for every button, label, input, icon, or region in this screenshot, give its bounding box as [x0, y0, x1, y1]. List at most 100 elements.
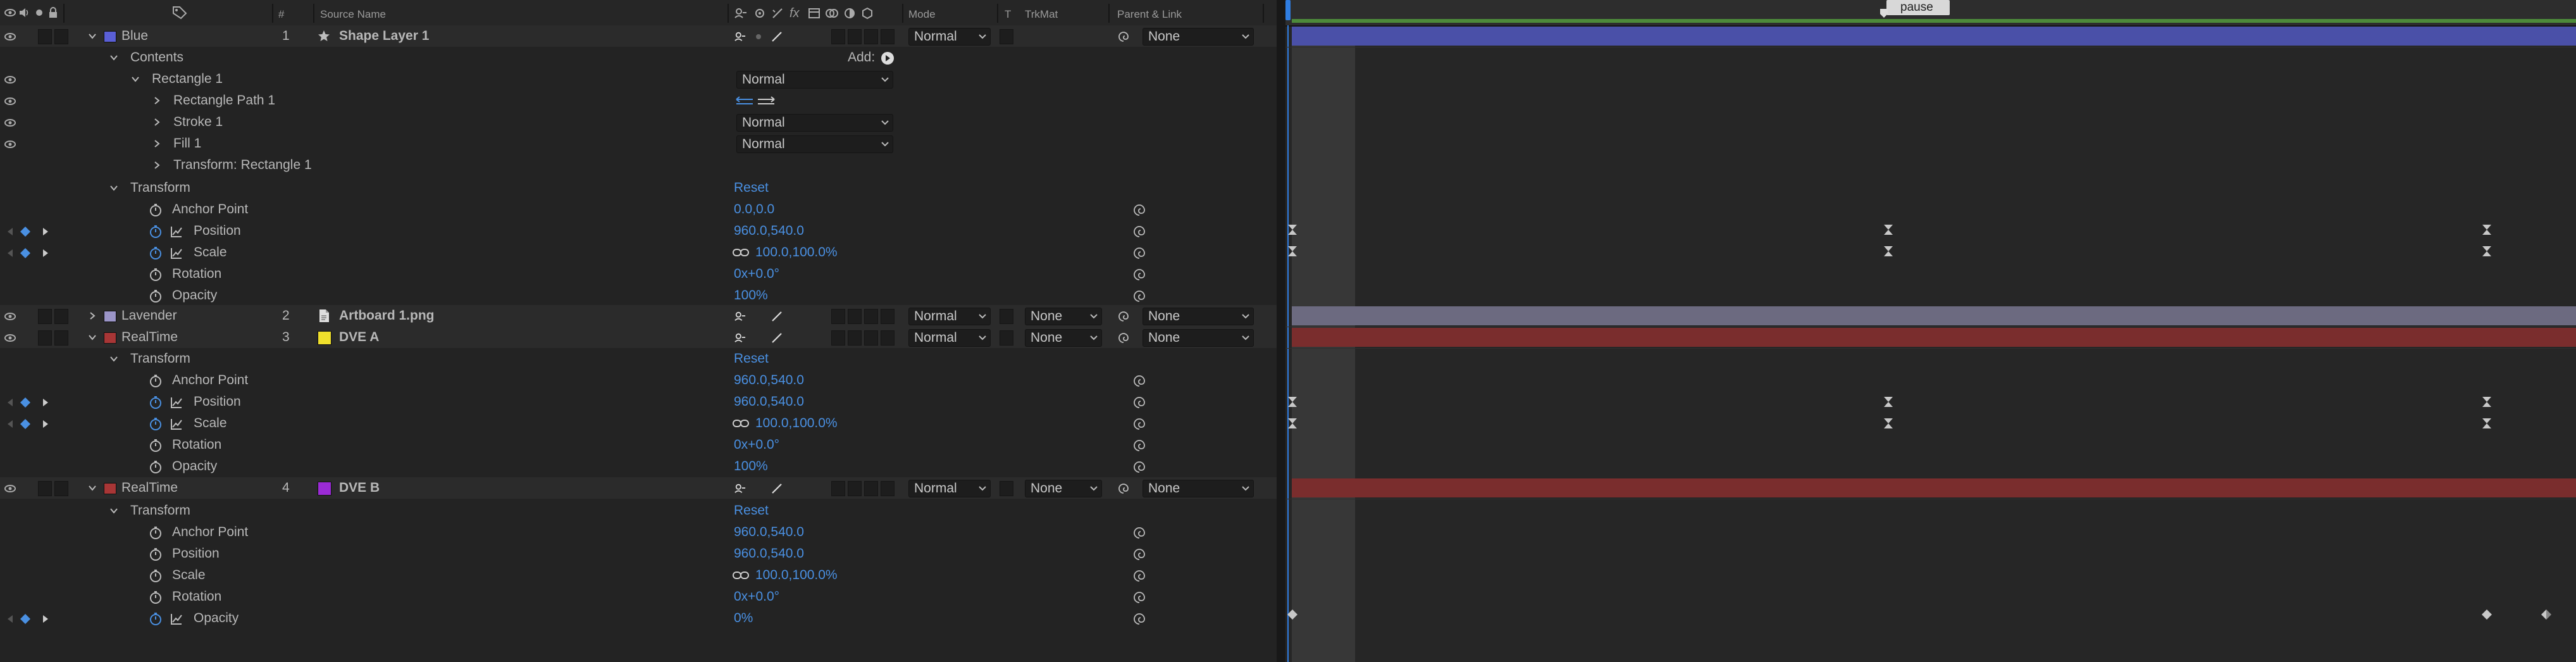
preserve-transparency-box[interactable] — [1000, 330, 1013, 346]
parent-dropdown[interactable]: None — [1142, 308, 1254, 325]
expression-pickwhip-icon[interactable] — [1132, 268, 1146, 282]
stopwatch-active-icon[interactable] — [148, 395, 163, 410]
visibility-eye-icon[interactable] — [4, 118, 16, 128]
graph-icon[interactable] — [170, 612, 183, 626]
layer-row[interactable]: RealTime 3 DVE A Normal None None — [0, 327, 1277, 348]
visibility-eye-icon[interactable] — [4, 96, 16, 106]
hold-keyframe-icon[interactable] — [1285, 416, 1299, 430]
opacity-value[interactable]: 100% — [734, 456, 768, 477]
preserve-transparency-box[interactable] — [1000, 481, 1013, 496]
constrain-link-icon[interactable] — [733, 419, 749, 428]
property-row[interactable]: Opacity 100% — [0, 456, 1277, 477]
mode-dropdown[interactable]: Normal — [908, 28, 991, 46]
hold-keyframe-icon[interactable] — [1285, 223, 1299, 237]
hold-keyframe-icon[interactable] — [1285, 244, 1299, 258]
property-row[interactable]: Scale 100.0,100.0% — [0, 242, 1277, 263]
anchor-point-value[interactable]: 960.0,540.0 — [734, 521, 804, 543]
constrain-link-icon[interactable] — [733, 571, 749, 580]
expression-pickwhip-icon[interactable] — [1132, 225, 1146, 239]
visibility-eye-icon[interactable] — [4, 75, 16, 85]
layer-bar-track[interactable] — [1285, 25, 2576, 47]
property-row[interactable]: Transform Reset — [0, 348, 1277, 370]
chevron-right-icon[interactable] — [152, 117, 162, 127]
switch-box[interactable] — [864, 330, 878, 346]
property-row[interactable]: Transform Reset — [0, 500, 1277, 521]
layer-duration-bar[interactable] — [1292, 328, 2576, 347]
hold-keyframe-icon[interactable] — [1881, 223, 1895, 237]
expression-pickwhip-icon[interactable] — [1132, 396, 1146, 409]
layer-duration-bar[interactable] — [1292, 27, 2576, 46]
chevron-down-icon[interactable] — [109, 53, 119, 63]
adjustment-layer-icon[interactable] — [843, 6, 857, 20]
preserve-transparency-box[interactable] — [1000, 309, 1013, 324]
hold-keyframe-icon[interactable] — [2480, 395, 2494, 409]
shy-switch-icon[interactable] — [734, 31, 746, 42]
audio-speaker-icon[interactable] — [18, 6, 30, 19]
switch-box[interactable] — [831, 330, 845, 346]
next-keyframe-icon[interactable] — [40, 614, 51, 624]
hold-keyframe-icon[interactable] — [1881, 395, 1895, 409]
add-keyframe-icon[interactable] — [19, 418, 32, 430]
chevron-down-icon[interactable] — [109, 183, 119, 193]
graph-icon[interactable] — [170, 396, 183, 409]
layer-bar-track[interactable] — [1285, 327, 2576, 349]
mode-dropdown[interactable]: Normal — [908, 480, 991, 497]
graph-icon[interactable] — [170, 246, 183, 260]
visibility-eye-icon[interactable] — [4, 32, 16, 42]
visibility-eye-icon[interactable] — [4, 311, 16, 322]
layer-row[interactable]: Lavender 2 Artboard 1.png Normal None No… — [0, 305, 1277, 327]
opacity-value[interactable]: 0% — [734, 608, 753, 629]
stopwatch-active-icon[interactable] — [148, 246, 163, 261]
property-row[interactable]: Opacity 0% — [0, 608, 1277, 629]
switch-box[interactable] — [831, 309, 845, 324]
effects-fx-icon[interactable]: fx — [790, 6, 800, 21]
property-row[interactable]: Contents Add: — [0, 47, 1277, 68]
chevron-down-icon[interactable] — [130, 74, 140, 84]
switch-box[interactable] — [831, 29, 845, 44]
layer-bar-track[interactable] — [1285, 305, 2576, 327]
shy-switch-icon[interactable] — [734, 483, 746, 494]
next-keyframe-icon[interactable] — [40, 397, 51, 408]
blend-mode-dropdown[interactable]: Normal — [736, 135, 893, 153]
property-row[interactable]: Rotation 0x+0.0° — [0, 434, 1277, 456]
layer-source-name[interactable]: DVE B — [339, 477, 380, 499]
switch-box[interactable] — [848, 481, 862, 496]
chevron-down-icon[interactable] — [87, 483, 97, 493]
switch-box[interactable] — [831, 481, 845, 496]
property-row[interactable]: Rotation 0x+0.0° — [0, 586, 1277, 608]
property-row[interactable]: Transform Reset — [0, 177, 1277, 199]
header-mode[interactable]: Mode — [908, 8, 936, 21]
shy-icon[interactable] — [734, 6, 748, 20]
lock-toggle[interactable] — [54, 309, 68, 324]
trkmat-dropdown[interactable]: None — [1025, 308, 1102, 325]
visibility-eye-icon[interactable] — [4, 139, 16, 149]
property-row[interactable]: Opacity 100% — [0, 285, 1277, 306]
trkmat-dropdown[interactable]: None — [1025, 480, 1102, 497]
prev-keyframe-icon[interactable] — [5, 248, 15, 258]
mode-dropdown[interactable]: Normal — [908, 308, 991, 325]
hold-keyframe-icon[interactable] — [2480, 244, 2494, 258]
video-eye-icon[interactable] — [4, 6, 16, 19]
header-parent-link[interactable]: Parent & Link — [1117, 8, 1182, 21]
property-row[interactable]: Anchor Point 0.0,0.0 — [0, 199, 1277, 220]
position-value[interactable]: 960.0,540.0 — [734, 391, 804, 413]
linear-keyframe-icon[interactable] — [1285, 608, 1299, 621]
scale-value[interactable]: 100.0,100.0% — [755, 565, 838, 586]
layer-source-name[interactable]: DVE A — [339, 327, 379, 348]
chevron-right-icon[interactable] — [87, 311, 97, 321]
expression-pickwhip-icon[interactable] — [1132, 460, 1146, 474]
reset-link[interactable]: Reset — [734, 177, 769, 199]
graph-icon[interactable] — [170, 225, 183, 239]
collapse-transform-icon[interactable] — [753, 6, 767, 20]
panel-divider[interactable] — [1277, 0, 1285, 662]
chevron-down-icon[interactable] — [109, 354, 119, 364]
stopwatch-active-icon[interactable] — [148, 416, 163, 432]
stopwatch-icon[interactable] — [148, 547, 163, 562]
rotation-value[interactable]: 0x+0.0° — [734, 434, 779, 456]
quality-switch-icon[interactable] — [771, 332, 783, 344]
hold-keyframe-icon[interactable] — [1285, 395, 1299, 409]
label-color-chip[interactable] — [104, 31, 116, 42]
label-color-chip[interactable] — [104, 332, 116, 344]
parent-dropdown[interactable]: None — [1142, 480, 1254, 497]
hold-keyframe-icon[interactable] — [2480, 416, 2494, 430]
